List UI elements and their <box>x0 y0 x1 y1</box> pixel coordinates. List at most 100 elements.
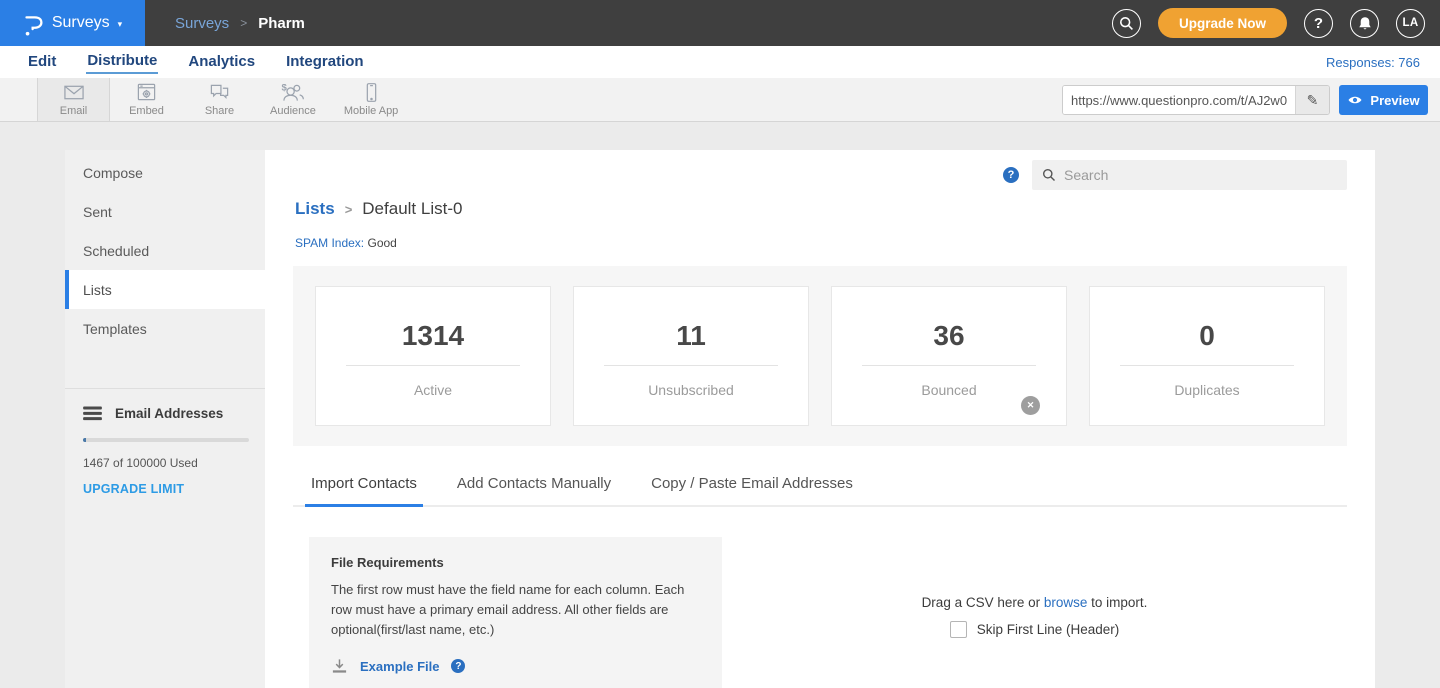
page-background: Compose Sent Scheduled Lists Templates <box>0 122 1440 688</box>
contacts-search-box <box>1032 160 1347 190</box>
stat-card-bounced: 36 Bounced ✕ <box>831 286 1067 426</box>
toolbar-item-share[interactable]: Share <box>183 78 256 121</box>
breadcrumb-current-survey: Pharma <box>258 15 305 32</box>
stat-card-unsubscribed: 11 Unsubscribed <box>573 286 809 426</box>
email-usage-text: 1467 of 100000 Used <box>83 456 249 470</box>
notifications-button[interactable] <box>1350 9 1379 38</box>
search-icon <box>1042 168 1056 182</box>
csv-dropzone[interactable]: Drag a CSV here or browse to import. Ski… <box>722 537 1347 688</box>
email-icon <box>61 82 87 103</box>
survey-url-input[interactable] <box>1063 86 1295 114</box>
toolbar-item-label: Embed <box>129 105 164 117</box>
stat-divider <box>604 365 777 366</box>
stat-card-duplicates: 0 Duplicates <box>1089 286 1325 426</box>
lists-breadcrumb: Lists > Default List-0 <box>293 199 1347 219</box>
breadcrumb-surveys-link[interactable]: Surveys <box>175 15 229 32</box>
audience-icon: $ <box>280 82 306 103</box>
question-mark-icon: ? <box>1008 169 1015 181</box>
tab-copy-paste-email-addresses[interactable]: Copy / Paste Email Addresses <box>645 475 859 505</box>
toolbar-item-label: Share <box>205 105 234 117</box>
tab-edit[interactable]: Edit <box>27 51 57 73</box>
skip-first-line-label: Skip First Line (Header) <box>977 622 1120 637</box>
share-icon <box>207 82 232 103</box>
stat-divider <box>862 365 1035 366</box>
stat-value: 1314 <box>402 320 464 352</box>
example-file-help-button[interactable]: ? <box>451 659 465 673</box>
skip-first-line-checkbox[interactable] <box>950 621 967 638</box>
clear-bounced-button[interactable]: ✕ <box>1021 396 1040 415</box>
email-addresses-section: Email Addresses 1467 of 100000 Used UPGR… <box>65 389 265 496</box>
tab-import-contacts[interactable]: Import Contacts <box>305 475 423 507</box>
sidebar-item-scheduled[interactable]: Scheduled <box>65 231 265 270</box>
browse-link[interactable]: browse <box>1044 595 1088 610</box>
sidebar-item-lists[interactable]: Lists <box>65 270 265 309</box>
top-bar: Surveys ▾ Surveys > Pharma Upgrade Now ? <box>0 0 1440 46</box>
spam-index-row: SPAM Index: Good <box>293 236 1347 250</box>
sidebar-item-templates[interactable]: Templates <box>65 309 265 348</box>
search-icon <box>1119 16 1134 31</box>
survey-url-group: ✎ <box>1062 85 1330 115</box>
upgrade-limit-link[interactable]: UPGRADE LIMIT <box>83 482 249 496</box>
toolbar-item-embed[interactable]: Embed <box>110 78 183 121</box>
email-sidebar: Compose Sent Scheduled Lists Templates <box>65 150 265 688</box>
help-button[interactable]: ? <box>1304 9 1333 38</box>
avatar[interactable]: LA <box>1396 9 1425 38</box>
toolbar-item-mobile-app[interactable]: Mobile App <box>330 78 412 121</box>
toolbar-item-audience[interactable]: $ Audience <box>256 78 330 121</box>
responses-count[interactable]: Responses: 766 <box>1326 55 1420 70</box>
search-button[interactable] <box>1112 9 1141 38</box>
spam-index-value: Good <box>367 236 396 250</box>
email-addresses-title: Email Addresses <box>115 406 223 421</box>
contacts-search-input[interactable] <box>1064 167 1337 183</box>
stat-divider <box>346 365 519 366</box>
upgrade-now-button[interactable]: Upgrade Now <box>1158 8 1287 38</box>
questionpro-app: Surveys ▾ Surveys > Pharma Upgrade Now ? <box>0 0 1440 688</box>
embed-icon <box>135 82 158 103</box>
tab-integration[interactable]: Integration <box>285 51 365 73</box>
stat-card-active: 1314 Active <box>315 286 551 426</box>
eye-icon <box>1347 94 1363 106</box>
survey-nav-row: Edit Distribute Analytics Integration Re… <box>0 46 1440 78</box>
toolbar-item-email[interactable]: Email <box>37 78 110 121</box>
file-requirements-title: File Requirements <box>331 555 700 570</box>
question-mark-icon: ? <box>455 661 461 672</box>
dropzone-text-after: to import. <box>1087 595 1147 610</box>
toolbar-item-label: Mobile App <box>344 105 398 117</box>
stat-divider <box>1120 365 1293 366</box>
distribute-toolbar: Email Embed Share <box>0 78 1440 122</box>
bell-icon <box>1358 16 1372 31</box>
close-icon: ✕ <box>1027 400 1035 411</box>
edit-url-button[interactable]: ✎ <box>1295 86 1329 114</box>
product-switcher[interactable]: Surveys ▾ <box>0 0 145 46</box>
preview-label: Preview <box>1370 93 1419 108</box>
sidebar-item-compose[interactable]: Compose <box>65 153 265 192</box>
email-usage-progress-fill <box>83 438 86 442</box>
breadcrumb: Surveys > Pharma <box>175 15 305 32</box>
stat-label: Bounced <box>921 382 976 398</box>
email-distribute-card: Compose Sent Scheduled Lists Templates <box>65 150 1375 688</box>
breadcrumb-separator-icon: > <box>345 202 353 217</box>
file-requirements-box: File Requirements The first row must hav… <box>309 537 722 688</box>
product-name: Surveys <box>52 14 110 32</box>
tab-analytics[interactable]: Analytics <box>187 51 256 73</box>
contacts-tabs: Import Contacts Add Contacts Manually Co… <box>293 475 1347 507</box>
toolbar-item-label: Audience <box>270 105 316 117</box>
question-mark-icon: ? <box>1314 15 1323 32</box>
tab-distribute[interactable]: Distribute <box>86 50 158 74</box>
list-stats-panel: 1314 Active 11 Unsubscribed 36 Bounced <box>293 266 1347 446</box>
lists-breadcrumb-parent-link[interactable]: Lists <box>295 199 335 219</box>
current-list-name: Default List-0 <box>362 199 462 219</box>
list-icon <box>83 406 102 421</box>
preview-button[interactable]: Preview <box>1339 85 1428 115</box>
lists-help-button[interactable]: ? <box>1003 167 1019 183</box>
tab-add-contacts-manually[interactable]: Add Contacts Manually <box>451 475 617 505</box>
pencil-icon: ✎ <box>1307 92 1319 109</box>
download-icon <box>331 658 348 674</box>
search-row: ? <box>293 160 1347 190</box>
example-file-link[interactable]: Example File <box>360 659 439 674</box>
breadcrumb-separator-icon: > <box>240 16 247 30</box>
mobile-app-icon <box>365 82 378 103</box>
topbar-actions: Upgrade Now ? LA <box>1112 8 1440 38</box>
sidebar-item-sent[interactable]: Sent <box>65 192 265 231</box>
stat-label: Unsubscribed <box>648 382 734 398</box>
